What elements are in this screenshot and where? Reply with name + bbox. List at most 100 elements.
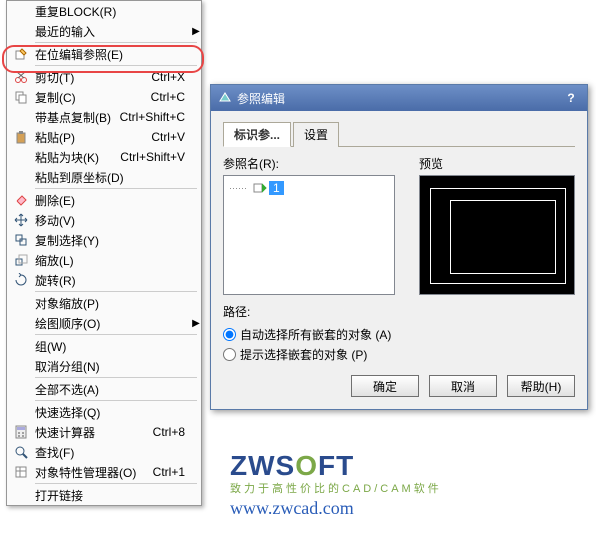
blank-icon — [11, 358, 31, 374]
menu-label: 旋转(R) — [35, 272, 191, 289]
menu-shortcut: Ctrl+Shift+V — [120, 150, 185, 164]
menu-shortcut: Ctrl+C — [151, 90, 185, 104]
menu-item[interactable]: 旋转(R) — [7, 270, 201, 290]
menu-item[interactable]: 在位编辑参照(E) — [7, 44, 201, 64]
copy-icon — [11, 89, 31, 105]
ref-edit-dialog: 参照编辑 ? 标识参... 设置 参照名(R): ⋯⋯ 1 预览 — [210, 84, 588, 410]
menu-item[interactable]: 剪切(T)Ctrl+X — [7, 67, 201, 87]
menu-item[interactable]: 粘贴(P)Ctrl+V — [7, 127, 201, 147]
submenu-arrow-icon: ▶ — [191, 318, 201, 329]
blank-icon — [11, 109, 31, 125]
rotate-icon — [11, 272, 31, 288]
blank-icon — [11, 487, 31, 503]
menu-item[interactable]: 带基点复制(B)Ctrl+Shift+C — [7, 107, 201, 127]
menu-label: 粘贴(P) — [35, 129, 151, 146]
menu-label: 对象特性管理器(O) — [35, 464, 153, 481]
menu-item[interactable]: 粘贴到原坐标(D) — [7, 167, 201, 187]
cancel-button[interactable]: 取消 — [429, 375, 497, 397]
menu-label: 删除(E) — [35, 192, 191, 209]
menu-label: 在位编辑参照(E) — [35, 46, 191, 63]
menu-label: 打开链接 — [35, 487, 191, 504]
radio-auto-select[interactable]: 自动选择所有嵌套的对象 (A) — [223, 326, 575, 343]
menu-label: 重复BLOCK(R) — [35, 3, 191, 20]
blank-icon — [11, 315, 31, 331]
blank-icon — [11, 169, 31, 185]
ok-button[interactable]: 确定 — [351, 375, 419, 397]
calc-icon — [11, 424, 31, 440]
tree-node[interactable]: ⋯⋯ 1 — [228, 180, 390, 196]
paste-icon — [11, 129, 31, 145]
menu-item[interactable]: 复制选择(Y) — [7, 230, 201, 250]
blank-icon — [11, 404, 31, 420]
props-icon — [11, 464, 31, 480]
menu-label: 粘贴为块(K) — [35, 149, 120, 166]
menu-item[interactable]: 最近的输入▶ — [7, 21, 201, 41]
tab-identify[interactable]: 标识参... — [223, 122, 291, 147]
menu-item[interactable]: 对象缩放(P) — [7, 293, 201, 313]
tab-settings[interactable]: 设置 — [293, 122, 339, 147]
blank-icon — [11, 3, 31, 19]
ref-tree[interactable]: ⋯⋯ 1 — [223, 175, 395, 295]
menu-item[interactable]: 粘贴为块(K)Ctrl+Shift+V — [7, 147, 201, 167]
find-icon — [11, 444, 31, 460]
menu-item[interactable]: 快速选择(Q) — [7, 402, 201, 422]
menu-label: 剪切(T) — [35, 69, 151, 86]
erase-icon — [11, 192, 31, 208]
menu-item[interactable]: 快速计算器Ctrl+8 — [7, 422, 201, 442]
menu-item[interactable]: 查找(F) — [7, 442, 201, 462]
menu-label: 快速计算器 — [35, 424, 153, 441]
menu-shortcut: Ctrl+8 — [153, 425, 185, 439]
blank-icon — [11, 149, 31, 165]
block-icon — [253, 182, 267, 194]
menu-item[interactable]: 对象特性管理器(O)Ctrl+1 — [7, 462, 201, 482]
menu-label: 绘图顺序(O) — [35, 315, 191, 332]
tree-item-label: 1 — [269, 181, 284, 195]
blank-icon — [11, 295, 31, 311]
refname-label: 参照名(R): — [223, 155, 407, 172]
zwsoft-logo: ZWSOFT 致力于高性价比的CAD/CAM软件 www.zwcad.com — [230, 450, 442, 519]
menu-item[interactable]: 重复BLOCK(R) — [7, 1, 201, 21]
menu-shortcut: Ctrl+1 — [153, 465, 185, 479]
logo-url: www.zwcad.com — [230, 498, 442, 519]
path-label: 路径: — [223, 303, 575, 320]
dialog-help-icon[interactable]: ? — [561, 91, 581, 105]
menu-label: 移动(V) — [35, 212, 191, 229]
app-icon — [217, 90, 233, 106]
logo-tagline: 致力于高性价比的CAD/CAM软件 — [230, 480, 442, 496]
blank-icon — [11, 338, 31, 354]
menu-shortcut: Ctrl+X — [151, 70, 185, 84]
menu-shortcut: Ctrl+Shift+C — [120, 110, 185, 124]
menu-label: 全部不选(A) — [35, 381, 191, 398]
menu-item[interactable]: 全部不选(A) — [7, 379, 201, 399]
menu-item[interactable]: 删除(E) — [7, 190, 201, 210]
move-icon — [11, 212, 31, 228]
menu-item[interactable]: 打开链接 — [7, 485, 201, 505]
menu-label: 查找(F) — [35, 444, 191, 461]
menu-item[interactable]: 组(W) — [7, 336, 201, 356]
menu-label: 快速选择(Q) — [35, 404, 191, 421]
submenu-arrow-icon: ▶ — [191, 26, 201, 37]
dialog-title: 参照编辑 — [237, 90, 561, 107]
menu-label: 缩放(L) — [35, 252, 191, 269]
dialog-titlebar: 参照编辑 ? — [211, 85, 587, 111]
help-button[interactable]: 帮助(H) — [507, 375, 575, 397]
menu-label: 复制选择(Y) — [35, 232, 191, 249]
radio-prompt-select[interactable]: 提示选择嵌套的对象 (P) — [223, 346, 575, 363]
menu-label: 组(W) — [35, 338, 191, 355]
menu-item[interactable]: 复制(C)Ctrl+C — [7, 87, 201, 107]
preview-pane — [419, 175, 575, 295]
preview-label: 预览 — [419, 155, 575, 172]
menu-label: 取消分组(N) — [35, 358, 191, 375]
menu-label: 最近的输入 — [35, 23, 191, 40]
menu-item[interactable]: 移动(V) — [7, 210, 201, 230]
copysel-icon — [11, 232, 31, 248]
menu-item[interactable]: 绘图顺序(O)▶ — [7, 313, 201, 333]
tree-connector: ⋯⋯ — [229, 183, 247, 194]
menu-item[interactable]: 缩放(L) — [7, 250, 201, 270]
blank-icon — [11, 381, 31, 397]
blank-icon — [11, 23, 31, 39]
tab-bar: 标识参... 设置 — [223, 121, 575, 147]
cut-icon — [11, 69, 31, 85]
context-menu: 重复BLOCK(R)最近的输入▶在位编辑参照(E)剪切(T)Ctrl+X复制(C… — [6, 0, 202, 506]
menu-item[interactable]: 取消分组(N) — [7, 356, 201, 376]
